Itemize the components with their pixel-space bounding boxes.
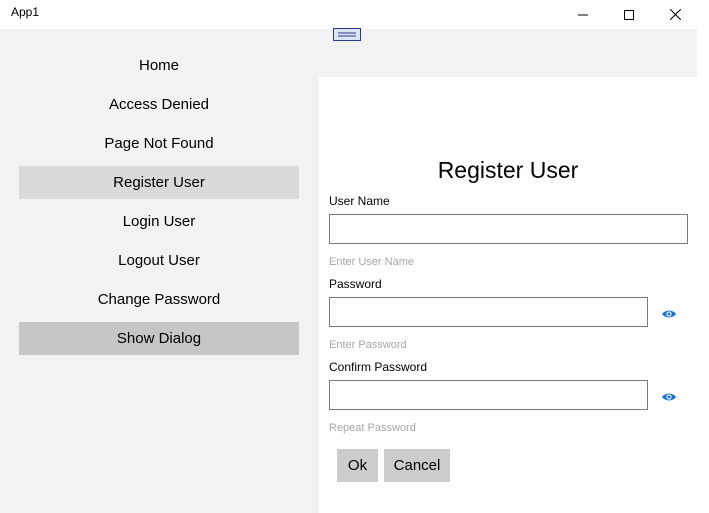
close-icon (669, 9, 681, 20)
confirm-password-label: Confirm Password (329, 360, 428, 374)
eye-icon (662, 393, 676, 401)
maximize-icon (624, 9, 634, 20)
confirm-password-field[interactable] (329, 380, 648, 410)
nav-item-logout-user[interactable]: Logout User (19, 244, 299, 277)
ok-button[interactable]: Ok (337, 449, 378, 482)
password-label: Password (329, 277, 382, 291)
close-button[interactable] (652, 0, 698, 29)
nav-item-register-user[interactable]: Register User (19, 166, 299, 199)
username-field[interactable] (329, 214, 688, 244)
menu-toggle-button[interactable] (333, 28, 361, 41)
nav-item-page-not-found[interactable]: Page Not Found (19, 127, 299, 160)
maximize-button[interactable] (606, 0, 652, 29)
minimize-button[interactable] (560, 0, 606, 29)
nav-item-login-user[interactable]: Login User (19, 205, 299, 238)
nav-item-home[interactable]: Home (19, 49, 299, 82)
nav-item-change-password[interactable]: Change Password (19, 283, 299, 316)
password-field[interactable] (329, 297, 648, 327)
page-title: Register User (437, 157, 579, 183)
title-bar: App1 (0, 0, 709, 29)
nav-item-show-dialog[interactable]: Show Dialog (19, 322, 299, 355)
minimize-icon (578, 14, 588, 15)
username-label: User Name (329, 194, 390, 208)
password-hint: Enter Password (329, 339, 407, 351)
username-hint: Enter User Name (329, 256, 414, 268)
nav-item-access-denied[interactable]: Access Denied (19, 88, 299, 121)
password-reveal-button[interactable] (661, 307, 677, 319)
confirm-password-reveal-button[interactable] (661, 390, 677, 402)
hamburger-icon (333, 28, 361, 41)
window-edge (697, 29, 709, 513)
confirm-password-hint: Repeat Password (329, 422, 416, 434)
eye-icon (662, 310, 676, 318)
content-header (319, 29, 697, 77)
window-title: App1 (11, 5, 40, 19)
content-area (319, 77, 697, 513)
cancel-button[interactable]: Cancel (384, 449, 450, 482)
